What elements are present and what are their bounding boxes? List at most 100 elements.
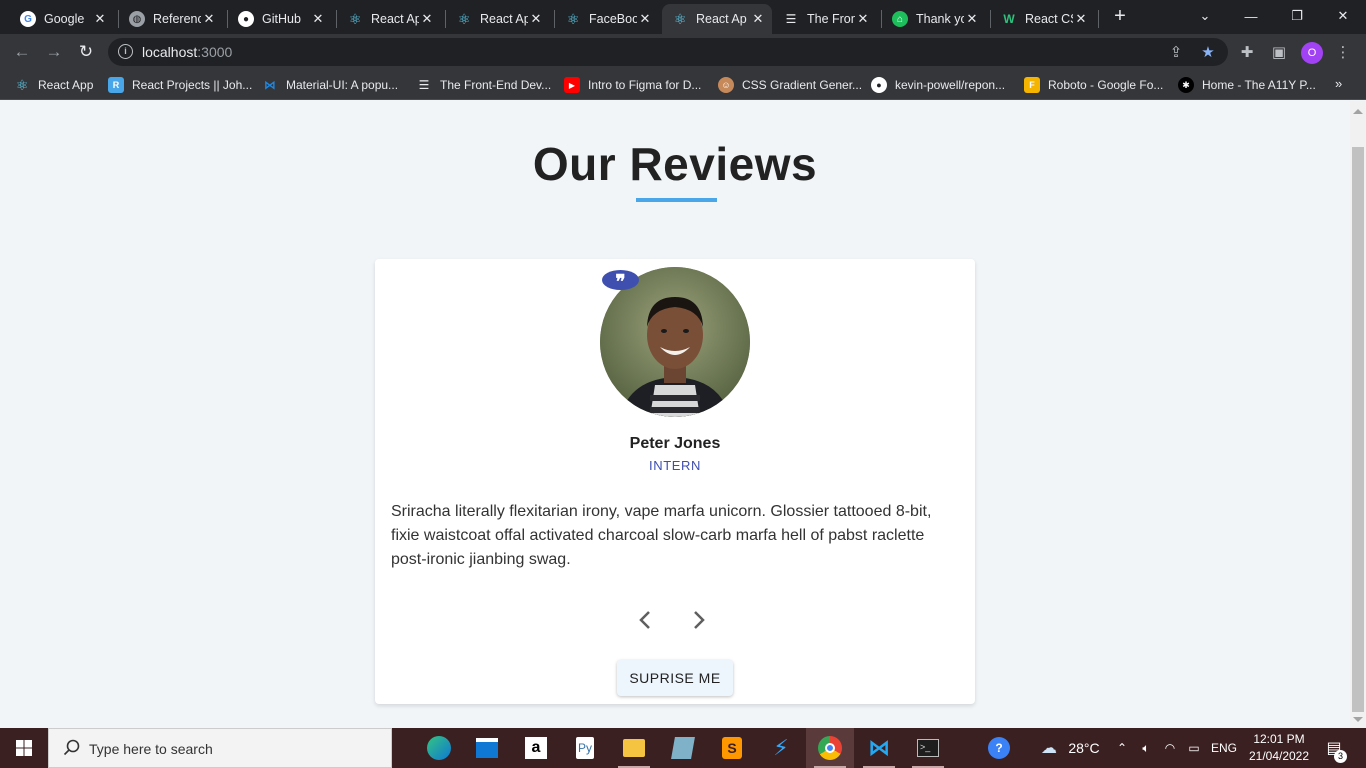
frontend-icon: ☰ <box>418 78 430 92</box>
review-image-container: ❞ <box>600 267 750 417</box>
back-icon[interactable]: ← <box>9 39 35 65</box>
sublime-text-icon[interactable]: S <box>708 728 756 768</box>
windows-logo-icon <box>16 740 32 756</box>
python-file-icon[interactable]: Py <box>561 728 609 768</box>
bookmark-star-icon[interactable]: ★ <box>1198 42 1218 62</box>
tab-react-app-2[interactable]: ⚛ React Ap ✕ <box>446 4 550 34</box>
help-icon[interactable]: ? <box>984 728 1014 768</box>
tab-search-icon[interactable]: ⌄ <box>1182 0 1228 32</box>
tab-title: Google <box>44 12 85 26</box>
new-tab-icon[interactable]: + <box>1109 6 1131 28</box>
close-icon[interactable]: ✕ <box>92 11 108 27</box>
meet-now-icon[interactable]: ▭ <box>1184 728 1204 768</box>
bookmark-react-app[interactable]: ⚛ React App <box>14 76 94 94</box>
react-icon: ⚛ <box>457 10 471 27</box>
surprise-me-button[interactable]: SUPRISE ME <box>617 660 733 696</box>
close-icon[interactable]: ✕ <box>855 11 871 27</box>
vscode-icon[interactable]: ⋈ <box>855 728 903 768</box>
next-review-button[interactable] <box>687 607 711 633</box>
close-icon[interactable]: ✕ <box>201 11 217 27</box>
browser-tab-strip: G Google ✕ ◍ Referenc ✕ ● GitHub ✕ ⚛ Rea… <box>0 0 1366 34</box>
file-explorer-icon[interactable] <box>610 728 658 768</box>
site-info-icon[interactable]: i <box>118 44 133 59</box>
tab-reference[interactable]: ◍ Referenc ✕ <box>119 4 223 34</box>
chrome-icon[interactable] <box>806 728 854 768</box>
close-icon[interactable]: ✕ <box>750 11 766 27</box>
bookmark-kevin-powell[interactable]: ● kevin-powell/repon... <box>871 76 1005 94</box>
store-icon[interactable] <box>463 728 511 768</box>
window-close-icon[interactable]: ✕ <box>1320 0 1366 32</box>
thankyou-icon: ⌂ <box>892 11 908 27</box>
r-icon: R <box>108 77 124 93</box>
language-indicator[interactable]: ENG <box>1208 728 1240 768</box>
bookmark-a11y[interactable]: ✱ Home - The A11Y P... <box>1178 76 1316 94</box>
tab-title: The Fron <box>807 12 855 26</box>
bookmark-react-projects[interactable]: R React Projects || Joh... <box>108 76 252 94</box>
azure-data-studio-icon[interactable]: ⚡ <box>757 728 805 768</box>
bookmark-frontend-dev[interactable]: ☰ The Front-End Dev... <box>416 76 552 94</box>
quote-icon: ❞ <box>602 270 639 293</box>
share-icon[interactable]: ⇪ <box>1166 42 1186 62</box>
edge-icon[interactable] <box>415 728 463 768</box>
page-scrollbar[interactable] <box>1350 101 1366 728</box>
google-icon: G <box>20 11 36 27</box>
review-card: ❞ Peter Jones INTERN Sriracha literally … <box>375 259 975 704</box>
scrollbar-thumb[interactable] <box>1352 147 1364 712</box>
menu-icon[interactable]: ⋮ <box>1333 42 1353 62</box>
tab-react-app-1[interactable]: ⚛ React Ap ✕ <box>337 4 441 34</box>
search-placeholder: Type here to search <box>89 741 213 757</box>
tab-separator <box>1098 10 1099 28</box>
notes-icon[interactable] <box>659 728 707 768</box>
bookmark-figma-intro[interactable]: ▶ Intro to Figma for D... <box>564 76 701 94</box>
prev-review-button[interactable] <box>633 607 657 633</box>
taskbar-clock[interactable]: 12:01 PM 21/04/2022 <box>1244 731 1314 765</box>
tab-title: Referenc <box>153 12 201 26</box>
side-panel-icon[interactable]: ▣ <box>1269 42 1289 62</box>
amazon-icon[interactable]: a <box>512 728 560 768</box>
weather-icon[interactable]: ☁ <box>1036 728 1062 768</box>
frontend-icon: ☰ <box>785 12 797 26</box>
chevron-right-icon <box>694 611 705 629</box>
close-icon[interactable]: ✕ <box>637 11 653 27</box>
youtube-icon: ▶ <box>564 77 580 93</box>
minimize-icon[interactable]: — <box>1228 0 1274 32</box>
close-icon[interactable]: ✕ <box>419 11 435 27</box>
volume-icon[interactable]: 🔈︎ <box>1136 728 1156 768</box>
chevron-up-icon[interactable]: ⌃ <box>1112 728 1132 768</box>
tab-facebook[interactable]: ⚛ FaceBoo ✕ <box>555 4 659 34</box>
bookmark-css-gradient[interactable]: ☺ CSS Gradient Gener... <box>718 76 862 94</box>
tab-title: React CS <box>1025 12 1073 26</box>
bookmark-roboto[interactable]: F Roboto - Google Fo... <box>1024 76 1163 94</box>
tab-github[interactable]: ● GitHub ✕ <box>228 4 332 34</box>
tab-title: Thank yo <box>916 12 964 26</box>
scroll-up-icon[interactable] <box>1353 109 1363 114</box>
tab-react-app-active[interactable]: ⚛ React Ap ✕ <box>662 4 772 34</box>
forward-icon[interactable]: → <box>41 39 67 65</box>
weather-temperature[interactable]: 28°C <box>1064 728 1104 768</box>
close-icon[interactable]: ✕ <box>310 11 326 27</box>
extensions-icon[interactable]: ✚ <box>1237 42 1257 62</box>
material-ui-icon: ⋈ <box>264 78 276 92</box>
react-icon: ⚛ <box>348 10 362 27</box>
profile-avatar[interactable]: O <box>1301 42 1323 64</box>
close-icon[interactable]: ✕ <box>1073 11 1089 27</box>
restore-icon[interactable]: ❐ <box>1274 0 1320 32</box>
bookmarks-more-icon[interactable]: » <box>1335 76 1342 91</box>
google-fonts-icon: F <box>1024 77 1040 93</box>
address-url[interactable]: localhost:3000 <box>142 44 232 60</box>
start-button[interactable] <box>0 728 48 768</box>
close-icon[interactable]: ✕ <box>528 11 544 27</box>
terminal-icon[interactable]: >_ <box>904 728 952 768</box>
tab-thank-you[interactable]: ⌂ Thank yo ✕ <box>882 4 986 34</box>
close-icon[interactable]: ✕ <box>964 11 980 27</box>
reload-icon[interactable]: ↻ <box>73 39 99 65</box>
address-bar[interactable]: i localhost:3000 ⇪ ★ <box>108 38 1228 66</box>
tab-google[interactable]: G Google ✕ <box>10 4 114 34</box>
tab-react-css[interactable]: W React CS ✕ <box>991 4 1095 34</box>
wifi-icon[interactable]: ◠ <box>1160 728 1180 768</box>
gradient-icon: ☺ <box>718 77 734 93</box>
taskbar-search-input[interactable]: Type here to search <box>48 728 392 768</box>
bookmark-material-ui[interactable]: ⋈ Material-UI: A popu... <box>262 76 398 94</box>
tab-frontend[interactable]: ☰ The Fron ✕ <box>773 4 877 34</box>
scroll-down-icon[interactable] <box>1353 717 1363 722</box>
